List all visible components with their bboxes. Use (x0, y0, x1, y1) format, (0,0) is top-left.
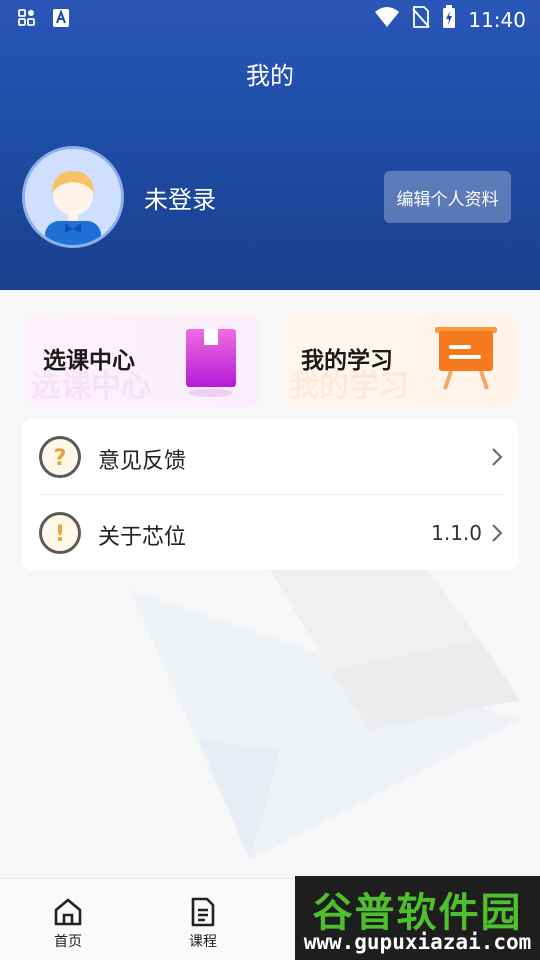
watermark-url: www.gupuxiazai.com (303, 930, 532, 954)
question-icon: ? (38, 435, 82, 479)
grid-icon (18, 9, 36, 32)
course-center-card[interactable]: 选课中心 选课中心 (23, 315, 259, 407)
menu-list: ? 意见反馈 ! 关于芯位 1.1.0 (22, 419, 518, 570)
list-item-feedback[interactable]: ? 意见反馈 (22, 419, 518, 495)
chevron-right-icon (490, 447, 504, 467)
svg-text:!: ! (55, 522, 65, 547)
tab-label: 课程 (189, 934, 217, 950)
battery-charging-icon (442, 5, 456, 34)
card-title: 我的学习 (301, 348, 393, 374)
site-watermark: 谷普软件园 www.gupuxiazai.com (295, 876, 540, 960)
card-title: 选课中心 (43, 348, 135, 374)
tab-home[interactable]: 首页 (38, 895, 98, 955)
document-icon (188, 897, 218, 927)
exclamation-icon: ! (38, 511, 82, 555)
list-item-label: 意见反馈 (98, 449, 187, 474)
easel-icon (431, 325, 501, 399)
list-item-label: 关于芯位 (98, 525, 187, 550)
book-icon (181, 327, 241, 403)
home-icon (53, 897, 83, 927)
page-title: 我的 (246, 62, 294, 90)
list-item-about[interactable]: ! 关于芯位 1.1.0 (22, 495, 518, 570)
status-bar: 11:40 (0, 0, 540, 36)
svg-text:?: ? (54, 446, 67, 471)
wifi-icon (374, 6, 400, 33)
no-sim-icon (412, 6, 431, 33)
tab-label: 首页 (54, 934, 82, 950)
background-logo (120, 560, 540, 870)
my-study-card[interactable]: 我的学习 我的学习 (281, 315, 517, 407)
edit-profile-button[interactable]: 编辑个人资料 (384, 171, 511, 223)
chevron-right-icon (490, 523, 504, 543)
clock: 11:40 (468, 7, 526, 32)
avatar[interactable] (22, 146, 124, 248)
user-name[interactable]: 未登录 (144, 180, 216, 215)
tab-course[interactable]: 课程 (173, 895, 233, 955)
profile-header: 11:40 我的 未登录 编辑个人资料 (0, 0, 540, 290)
font-a-icon (52, 8, 70, 33)
version-text: 1.1.0 (431, 521, 482, 545)
